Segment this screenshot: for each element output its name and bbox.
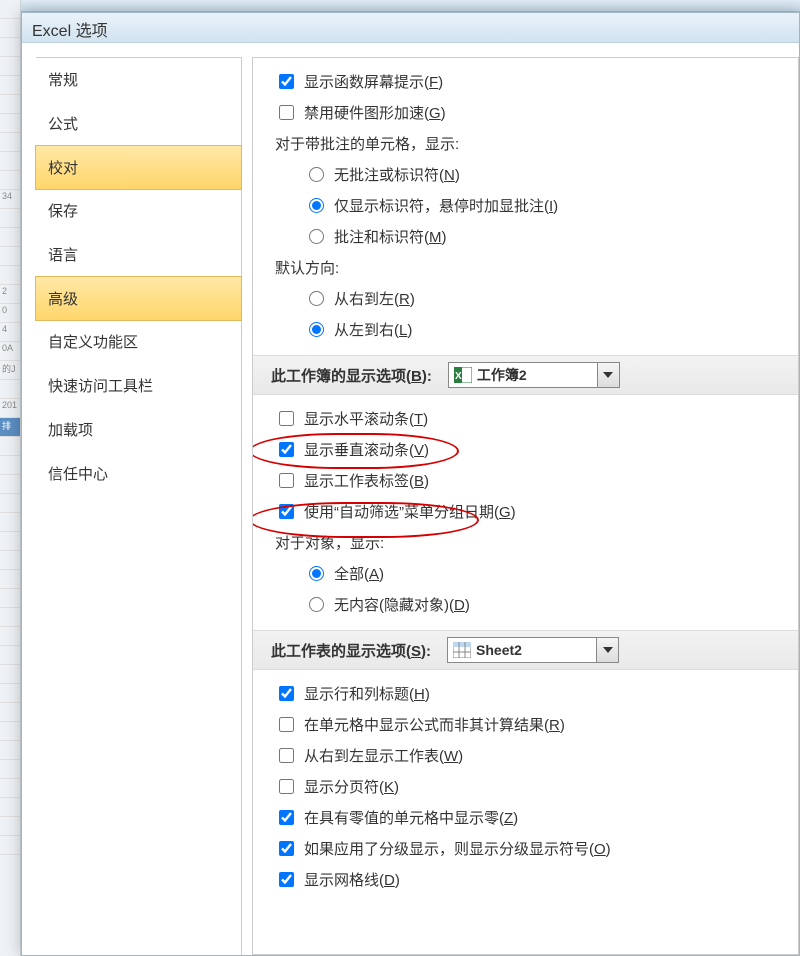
option-show-zero[interactable]: 在具有零值的单元格中显示零(Z) (275, 802, 784, 833)
option-disable-hw-accel[interactable]: 禁用硬件图形加速(G) (275, 97, 784, 128)
option-show-vscroll[interactable]: 显示垂直滚动条(V) (275, 434, 784, 465)
sidebar-item-label: 常规 (48, 72, 78, 89)
option-dir-ltr[interactable]: 从左到右(L) (275, 314, 784, 345)
option-obj-all[interactable]: 全部(A) (275, 558, 784, 589)
radio[interactable] (309, 322, 324, 337)
dialog-title: Excel 选项 (22, 13, 799, 43)
options-panel: 显示函数屏幕提示(F) 禁用硬件图形加速(G) 对于带批注的单元格，显示: 无批… (252, 57, 799, 955)
sidebar-item-general[interactable]: 常规 (36, 58, 241, 102)
comment-display-label: 对于带批注的单元格，显示: (275, 128, 784, 159)
dropdown-value: Sheet2 (476, 642, 596, 658)
dropdown-value: 工作簿2 (477, 365, 597, 385)
sidebar-item-customize-ribbon[interactable]: 自定义功能区 (36, 320, 241, 364)
option-show-grid[interactable]: 显示网格线(D) (275, 864, 784, 895)
checkbox[interactable] (279, 504, 294, 519)
checkbox[interactable] (279, 841, 294, 856)
checkbox[interactable] (279, 686, 294, 701)
category-list: 常规 公式 校对 保存 语言 高级 自定义功能区 快速访问工具栏 加载项 信任中… (36, 57, 242, 955)
sidebar-item-label: 语言 (48, 247, 78, 264)
option-show-fn-tooltip[interactable]: 显示函数屏幕提示(F) (275, 66, 784, 97)
radio[interactable] (309, 229, 324, 244)
sidebar-item-save[interactable]: 保存 (36, 189, 241, 233)
sheet-dropdown[interactable]: Sheet2 (447, 637, 619, 663)
checkbox[interactable] (279, 717, 294, 732)
svg-text:X: X (455, 371, 462, 382)
checkbox[interactable] (279, 105, 294, 120)
option-comment-indicator[interactable]: 仅显示标识符，悬停时加显批注(I) (275, 190, 784, 221)
checkbox[interactable] (279, 473, 294, 488)
sidebar-item-label: 保存 (48, 203, 78, 220)
radio[interactable] (309, 597, 324, 612)
direction-label: 默认方向: (275, 252, 784, 283)
option-comment-none[interactable]: 无批注或标识符(N) (275, 159, 784, 190)
excel-ribbon-backdrop (0, 0, 800, 12)
chevron-down-icon[interactable] (596, 638, 618, 662)
sidebar-item-label: 快速访问工具栏 (48, 378, 153, 395)
option-show-hscroll[interactable]: 显示水平滚动条(T) (275, 403, 784, 434)
sidebar-item-advanced[interactable]: 高级 (35, 276, 242, 321)
option-rtl-sheet[interactable]: 从右到左显示工作表(W) (275, 740, 784, 771)
sidebar-item-proofing[interactable]: 校对 (35, 145, 242, 190)
sidebar-item-addins[interactable]: 加载项 (36, 408, 241, 452)
option-show-pagebreaks[interactable]: 显示分页符(K) (275, 771, 784, 802)
checkbox[interactable] (279, 872, 294, 887)
checkbox[interactable] (279, 779, 294, 794)
sidebar-item-label: 校对 (48, 160, 78, 177)
radio[interactable] (309, 291, 324, 306)
option-show-outline[interactable]: 如果应用了分级显示，则显示分级显示符号(O) (275, 833, 784, 864)
radio[interactable] (309, 566, 324, 581)
option-obj-none[interactable]: 无内容(隐藏对象)(D) (275, 589, 784, 620)
option-show-formulas[interactable]: 在单元格中显示公式而非其计算结果(R) (275, 709, 784, 740)
workbook-dropdown[interactable]: X 工作簿2 (448, 362, 620, 388)
radio[interactable] (309, 167, 324, 182)
excel-rowheaders-backdrop: 34 2 0 4 0A 的J 201 排 (0, 0, 21, 956)
option-show-tabs[interactable]: 显示工作表标签(B) (275, 465, 784, 496)
sidebar-item-qat[interactable]: 快速访问工具栏 (36, 364, 241, 408)
options-dialog: Excel 选项 常规 公式 校对 保存 语言 高级 自定义功能区 快速访问工具… (21, 12, 800, 956)
radio[interactable] (309, 198, 324, 213)
option-dir-rtl[interactable]: 从右到左(R) (275, 283, 784, 314)
sidebar-item-label: 高级 (48, 291, 78, 308)
sidebar-item-language[interactable]: 语言 (36, 233, 241, 277)
chevron-down-icon[interactable] (597, 363, 619, 387)
sidebar-item-formulas[interactable]: 公式 (36, 102, 241, 146)
sidebar-item-label: 加载项 (48, 422, 93, 439)
option-show-headers[interactable]: 显示行和列标题(H) (275, 678, 784, 709)
checkbox[interactable] (279, 748, 294, 763)
checkbox[interactable] (279, 442, 294, 457)
sidebar-item-trust-center[interactable]: 信任中心 (36, 452, 241, 496)
workbook-section-header: 此工作簿的显示选项(B): X 工作簿2 (253, 355, 798, 395)
checkbox[interactable] (279, 810, 294, 825)
sidebar-item-label: 信任中心 (48, 466, 108, 483)
sheet-section-header: 此工作表的显示选项(S): Sheet2 (253, 630, 798, 670)
option-autofilter-group[interactable]: 使用“自动筛选”菜单分组日期(G) (275, 496, 784, 527)
checkbox[interactable] (279, 411, 294, 426)
sheet-icon (452, 641, 472, 659)
dialog-title-text: Excel 选项 (32, 23, 108, 40)
checkbox[interactable] (279, 74, 294, 89)
objects-label: 对于对象，显示: (275, 527, 784, 558)
sidebar-item-label: 公式 (48, 116, 78, 133)
sidebar-item-label: 自定义功能区 (48, 334, 138, 351)
excel-file-icon: X (453, 366, 473, 384)
option-comment-both[interactable]: 批注和标识符(M) (275, 221, 784, 252)
